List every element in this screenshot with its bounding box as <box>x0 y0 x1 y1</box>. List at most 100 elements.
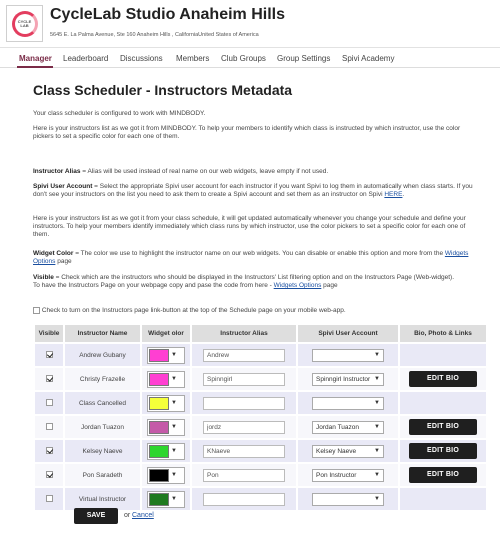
spivi-account-description: Spivi User Account = Select the appropri… <box>33 183 473 199</box>
widget-color-text: = The color we use to highlight the inst… <box>73 250 445 257</box>
spivi-text-end: . <box>402 191 405 198</box>
chevron-down-icon: ▼ <box>374 472 380 478</box>
visible-cell <box>35 464 63 486</box>
edit-bio-button[interactable]: EDIT BIO <box>409 443 477 459</box>
nav-active-indicator <box>17 66 53 68</box>
bio-cell: EDIT BIO <box>400 368 486 390</box>
visible-checkbox[interactable] <box>45 495 53 503</box>
alias-input[interactable] <box>203 444 285 458</box>
spivi-here-link[interactable]: HERE <box>384 191 402 198</box>
chevron-down-icon: ▼ <box>171 424 177 430</box>
instructor-name: Jordan Tuazon <box>65 416 140 438</box>
nav-item-group-settings[interactable]: Group Settings <box>277 54 330 63</box>
account-cell: ▼ <box>298 392 398 414</box>
widget-color-cell: ▼ <box>142 464 190 486</box>
alias-cell <box>192 344 296 366</box>
visible-cell <box>35 416 63 438</box>
edit-bio-button[interactable]: EDIT BIO <box>409 467 477 483</box>
table-header-row: Visible Instructor Name Widget olor Inst… <box>35 325 486 342</box>
alias-input[interactable] <box>203 396 285 410</box>
alias-input[interactable] <box>203 420 285 434</box>
col-instructor-name: Instructor Name <box>65 325 140 342</box>
intro-text-2: Here is your instructors list as we got … <box>33 125 461 140</box>
nav-item-leaderboard[interactable]: Leaderboard <box>63 54 108 63</box>
spivi-account-value: Kelsey Naeve <box>316 447 357 455</box>
color-picker[interactable]: ▼ <box>147 370 185 388</box>
spivi-account-select[interactable]: ▼ <box>312 348 384 362</box>
instructors-page-checkbox[interactable] <box>33 307 40 314</box>
spivi-account-select[interactable]: Pon Instructor ▼ <box>312 468 384 482</box>
color-picker[interactable]: ▼ <box>147 346 185 364</box>
chevron-down-icon: ▼ <box>171 376 177 382</box>
account-cell: Jordan Tuazon ▼ <box>298 416 398 438</box>
widget-color-end: page <box>55 258 72 265</box>
cancel-link[interactable]: Cancel <box>132 512 154 519</box>
color-picker[interactable]: ▼ <box>147 490 185 508</box>
account-cell: ▼ <box>298 488 398 510</box>
spivi-account-select[interactable]: Kelsey Naeve ▼ <box>312 444 384 458</box>
widget-color-description: Widget Color = The color we use to highl… <box>33 250 473 266</box>
intro-text-1: Your class scheduler is configured to wo… <box>33 110 206 117</box>
table-row: Kelsey Naeve ▼ Kelsey Naeve ▼ EDIT BIO <box>35 440 486 462</box>
main-nav: Manager Leaderboard Discussions Members … <box>0 51 500 68</box>
visible-checkbox[interactable] <box>45 471 53 479</box>
spivi-account-select[interactable]: Spinngirl Instructor ▼ <box>312 372 384 386</box>
alias-input[interactable] <box>203 468 285 482</box>
chevron-down-icon: ▼ <box>171 448 177 454</box>
spivi-account-select[interactable]: ▼ <box>312 492 384 506</box>
edit-bio-button[interactable]: EDIT BIO <box>409 419 477 435</box>
col-spivi-account: Spivi User Account <box>298 325 398 342</box>
visible-checkbox[interactable] <box>45 375 53 383</box>
widget-color-cell: ▼ <box>142 344 190 366</box>
spivi-account-select[interactable]: Jordan Tuazon ▼ <box>312 420 384 434</box>
save-button[interactable]: SAVE <box>74 508 118 524</box>
alias-input[interactable] <box>203 372 285 386</box>
visible-checkbox[interactable] <box>45 423 53 431</box>
color-swatch <box>149 444 169 458</box>
nav-item-club-groups[interactable]: Club Groups <box>221 54 266 63</box>
spivi-account-select[interactable]: ▼ <box>312 396 384 410</box>
logo-mark: CYCLE LAB <box>11 10 38 37</box>
instructors-body: Andrew Gubany▼▼Christy Frazelle▼Spinngir… <box>35 344 486 510</box>
visible-checkbox[interactable] <box>45 399 53 407</box>
bio-cell: EDIT BIO <box>400 416 486 438</box>
color-swatch <box>149 348 169 362</box>
widgets-options-link-2[interactable]: Widgets Options <box>274 282 322 289</box>
alias-input[interactable] <box>203 348 285 362</box>
nav-item-discussions[interactable]: Discussions <box>120 54 163 63</box>
color-swatch <box>149 396 169 410</box>
visible-checkbox[interactable] <box>45 447 53 455</box>
color-swatch <box>149 372 169 386</box>
col-instructor-alias: Instructor Alias <box>192 325 296 342</box>
color-picker[interactable]: ▼ <box>147 394 185 412</box>
chevron-down-icon: ▼ <box>374 400 380 406</box>
instructor-name: Christy Frazelle <box>65 368 140 390</box>
bio-cell <box>400 344 486 366</box>
visible-text: = Check which are the instructors who sh… <box>53 274 455 281</box>
nav-item-members[interactable]: Members <box>176 54 209 63</box>
nav-item-manager[interactable]: Manager <box>19 54 52 63</box>
col-bio-links: Bio, Photo & Links <box>400 325 486 342</box>
studio-logo[interactable]: CYCLE LAB <box>6 5 43 42</box>
widget-color-cell: ▼ <box>142 392 190 414</box>
visible-cell <box>35 344 63 366</box>
col-widget-color: Widget olor <box>142 325 190 342</box>
edit-bio-button[interactable]: EDIT BIO <box>409 371 477 387</box>
visible-label: Visible <box>33 274 54 281</box>
color-picker[interactable]: ▼ <box>147 418 185 436</box>
visible-checkbox[interactable] <box>45 351 53 359</box>
alias-input[interactable] <box>203 492 285 506</box>
color-picker[interactable]: ▼ <box>147 466 185 484</box>
instructor-name: Virtual Instructor <box>65 488 140 510</box>
widget-color-cell: ▼ <box>142 440 190 462</box>
alias-cell <box>192 392 296 414</box>
widget-color-cell: ▼ <box>142 368 190 390</box>
chevron-down-icon: ▼ <box>171 496 177 502</box>
bio-cell <box>400 392 486 414</box>
nav-item-spivi-academy[interactable]: Spivi Academy <box>342 54 394 63</box>
color-picker[interactable]: ▼ <box>147 442 185 460</box>
logo-text: CYCLE LAB <box>17 18 32 28</box>
table-row: Andrew Gubany ▼ ▼ <box>35 344 486 366</box>
chevron-down-icon: ▼ <box>374 496 380 502</box>
alias-description: Instructor Alias = Alias will be used in… <box>33 168 473 176</box>
